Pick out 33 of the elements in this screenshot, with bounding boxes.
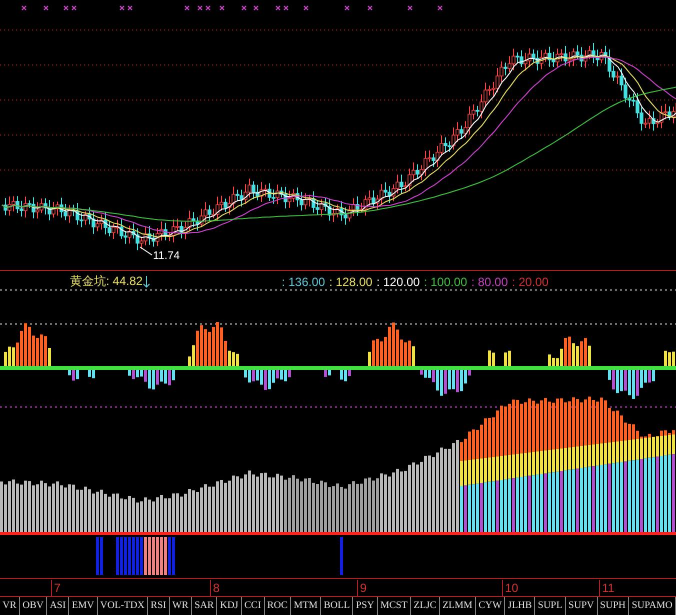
low-price-label: 11.74	[153, 250, 180, 262]
indicator-tab[interactable]: CYW	[476, 597, 506, 615]
indicator-tab[interactable]: ZLJC	[411, 597, 440, 615]
indicator-tab[interactable]: MCST	[378, 597, 412, 615]
axis-label: 7	[51, 580, 61, 596]
indicator-tab[interactable]: RSI	[148, 597, 170, 615]
indicator-tab[interactable]: CCI	[242, 597, 265, 615]
indicator-tab[interactable]: VOL-TDX	[98, 597, 148, 615]
indicator-tab[interactable]: SUPAMO	[629, 597, 676, 615]
indicator-tab[interactable]: PSY	[353, 597, 378, 615]
axis-label: 8	[210, 580, 220, 596]
indicator-tab[interactable]: KDJ	[217, 597, 242, 615]
level-value: : 136.00	[282, 274, 326, 288]
indicator-tab[interactable]: ZLMM	[440, 597, 476, 615]
level-value: : 20.00	[512, 274, 549, 288]
indicator-tab[interactable]: ROC	[264, 597, 292, 615]
level-value: : 100.00	[424, 274, 468, 288]
axis-label: 10	[502, 580, 518, 596]
level-value: : 80.00	[471, 274, 508, 288]
indicator-tab[interactable]: ASI	[47, 597, 70, 615]
level-value: : 128.00	[329, 274, 372, 288]
indicator-tab[interactable]: SUPH	[598, 597, 630, 615]
indicator-tab[interactable]: MTM	[291, 597, 322, 615]
level-value: : 120.00	[376, 274, 420, 288]
indicator-tab[interactable]: OBV	[20, 597, 48, 615]
axis-label: 11	[599, 580, 614, 596]
axis-label: 9	[357, 580, 367, 596]
indicator-tab[interactable]: VR	[0, 597, 20, 615]
indicator-tab[interactable]: BOLL	[321, 597, 354, 615]
indicator-value: 黄金坑: 44.82	[70, 273, 143, 290]
indicator-tab[interactable]: JLHB	[505, 597, 536, 615]
indicator-tab[interactable]: WR	[170, 597, 192, 615]
indicator-tab[interactable]: EMV	[69, 597, 98, 615]
